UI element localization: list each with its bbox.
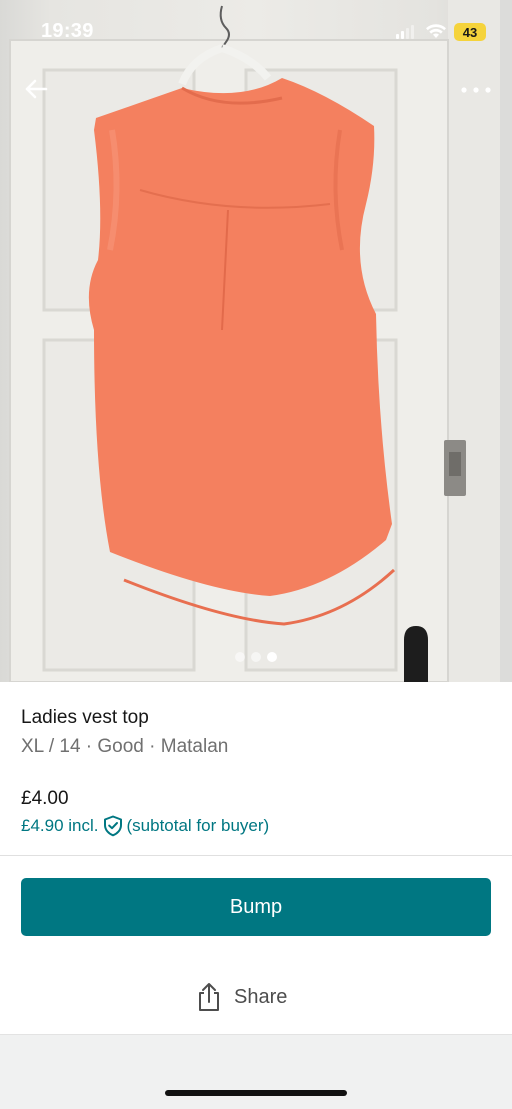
item-title: Ladies vest top [21,707,149,728]
product-photo-illustration [9,0,512,682]
pagination-dot[interactable] [235,652,245,662]
wifi-icon [426,24,446,38]
pagination-dot[interactable] [251,652,261,662]
price-incl: £4.90 incl. [21,816,99,835]
shield-check-icon [103,815,122,837]
more-options-button[interactable] [456,78,496,102]
status-bar: 19:39 43 [0,0,512,64]
divider [0,855,512,856]
bump-button[interactable]: Bump [21,878,491,936]
home-indicator[interactable] [165,1090,347,1096]
gallery-pagination [230,650,282,664]
subtotal-note: (subtotal for buyer) [126,816,270,835]
bottom-section [0,1034,512,1109]
battery-indicator: 43 [454,23,486,41]
back-button[interactable] [20,74,52,104]
pagination-dot-active[interactable] [267,652,277,662]
item-details: Ladies vest top XL / 14 · Good · Matalan… [21,704,491,838]
arrow-left-icon [25,79,48,99]
item-price: £4.00 [21,788,69,809]
buyer-price-row[interactable]: £4.90 incl. (subtotal for buyer) [21,814,491,838]
status-time: 19:39 [41,20,94,42]
cellular-signal-icon [396,25,414,39]
bump-label: Bump [229,895,283,918]
product-photo[interactable] [0,0,512,682]
share-button[interactable]: Share [196,978,326,1016]
ellipsis-icon [461,87,491,93]
share-icon [199,983,219,1011]
item-meta[interactable]: XL / 14 · Good · Matalan [21,733,491,761]
share-label: Share [234,985,288,1008]
